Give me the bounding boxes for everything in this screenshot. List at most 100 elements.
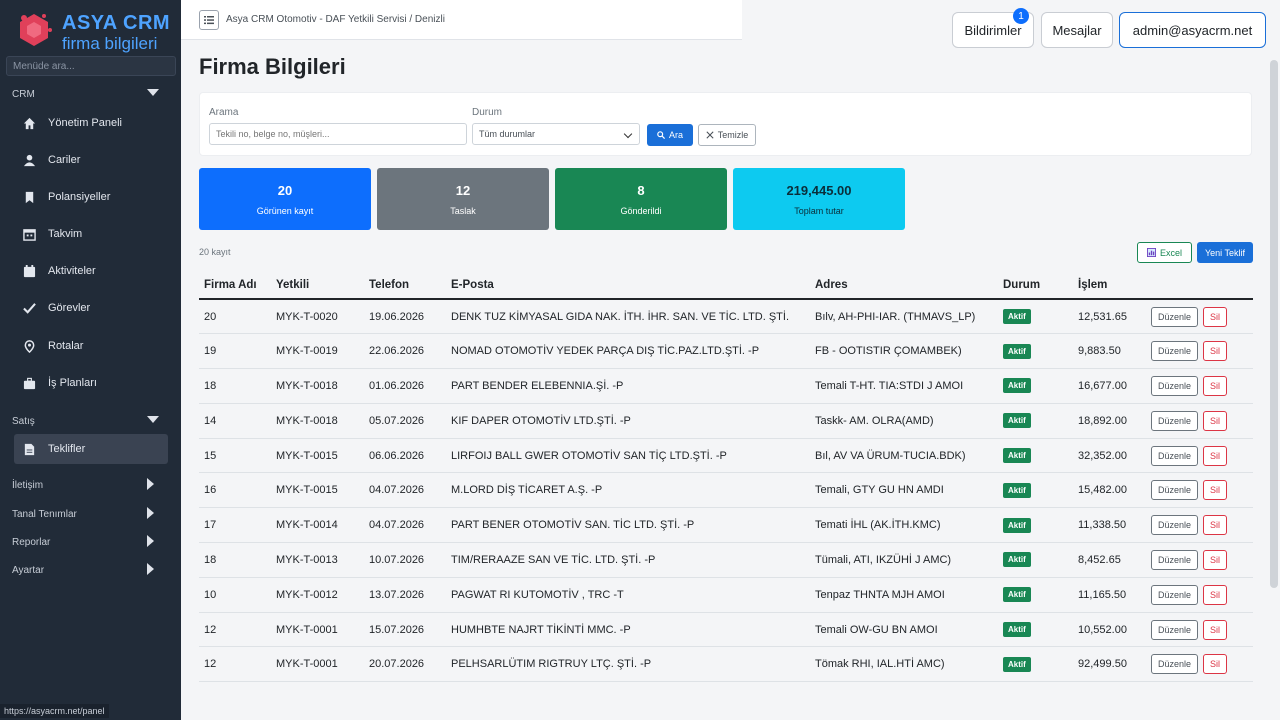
cell-code: MYK-T-0018 (271, 403, 364, 439)
search-label: Arama (209, 107, 239, 118)
notifications-badge: 1 (1013, 8, 1029, 24)
menu-toggle-button[interactable] (199, 10, 219, 30)
edit-button[interactable]: Düzenle (1151, 515, 1199, 536)
user-menu-button[interactable]: admin@asyacrm.net (1119, 12, 1266, 48)
chevron-right-icon[interactable] (147, 507, 154, 519)
cell-code: MYK-T-0020 (271, 299, 364, 335)
cell-amount: 10,552.00 (1073, 612, 1146, 648)
cell-company: LIRFOIJ BALL GWER OTOMOTİV SAN TİÇ LTD.Ş… (446, 438, 810, 474)
col-header[interactable]: Adres (810, 272, 998, 300)
col-header[interactable]: Telefon (364, 272, 446, 300)
edit-button[interactable]: Düzenle (1151, 410, 1199, 431)
stat-value: 8 (637, 183, 645, 198)
col-header[interactable]: Firma Adı (199, 272, 271, 300)
page-scrollbar[interactable] (1270, 60, 1278, 588)
clear-button-label: Temizle (717, 130, 749, 140)
sidebar-item-aktiviteler[interactable]: Aktiviteler (14, 256, 168, 286)
stat-draft: 12 Taslak (377, 168, 549, 230)
section-crm[interactable]: CRM (12, 89, 35, 100)
brand[interactable]: ASYA CRM firma bilgileri (0, 0, 181, 56)
cell-no: 10 (199, 577, 271, 613)
table-row[interactable]: 15 MYK-T-0015 06.06.2026 LIRFOIJ BALL GWER … (199, 438, 1253, 474)
chevron-down-icon[interactable] (147, 416, 159, 423)
edit-button[interactable]: Düzenle (1151, 306, 1199, 327)
table-row[interactable]: 10 MYK-T-0012 13.07.2026 PAGWAT RI KUTOMOTİ… (199, 577, 1253, 613)
delete-button[interactable]: Sil (1203, 375, 1228, 396)
section-satis[interactable]: Satış (12, 416, 35, 427)
status-badge: Aktif (1003, 482, 1031, 498)
sidebar-item-potansiyeller[interactable]: Polansiyeller (14, 182, 168, 212)
sidebar-group-ayarlar[interactable]: Ayartar (12, 565, 44, 576)
col-header[interactable]: İşlem (1073, 272, 1146, 300)
clear-button[interactable]: Temizle (698, 124, 756, 146)
edit-button[interactable]: Düzenle (1151, 445, 1199, 466)
status-badge: Aktif (1003, 517, 1031, 533)
chevron-right-icon[interactable] (147, 478, 154, 490)
sidebar-item-is-planlari[interactable]: İş Planları (14, 368, 168, 398)
table-row[interactable]: 14 MYK-T-0018 05.07.2026 KIF DAPER OTOMOTİV… (199, 403, 1253, 439)
delete-button[interactable]: Sil (1203, 654, 1228, 675)
table-row[interactable]: 20 MYK-T-0020 19.06.2026 DENK TUZ KİMYASAL … (199, 299, 1253, 335)
delete-button[interactable]: Sil (1203, 306, 1228, 327)
search-button[interactable]: Ara (647, 124, 693, 146)
excel-export-button[interactable]: Excel (1137, 242, 1192, 263)
edit-button[interactable]: Düzenle (1151, 619, 1199, 640)
menu-search-input[interactable] (6, 56, 176, 76)
file-icon (22, 442, 36, 456)
cell-no: 17 (199, 507, 271, 544)
sidebar-item-teklifler[interactable]: Teklifler (14, 434, 168, 464)
edit-button[interactable]: Düzenle (1151, 549, 1199, 570)
sidebar-item-cariler[interactable]: Cariler (14, 145, 168, 175)
sidebar-group-iletisim[interactable]: İletişim (12, 480, 43, 491)
table-row[interactable]: 18 MYK-T-0013 10.07.2026 TIM/RERAAZE SAN VE… (199, 542, 1253, 578)
edit-button[interactable]: Düzenle (1151, 375, 1199, 396)
notifications-label: Bildirimler (964, 22, 1022, 38)
cell-date: 15.07.2026 (364, 612, 446, 648)
briefcase-icon (22, 376, 36, 390)
delete-button[interactable]: Sil (1203, 619, 1228, 640)
delete-button[interactable]: Sil (1203, 341, 1228, 362)
status-badge: Aktif (1003, 587, 1031, 603)
edit-button[interactable]: Düzenle (1151, 654, 1199, 675)
chevron-down-icon[interactable] (147, 89, 159, 96)
cell-amount: 18,892.00 (1073, 403, 1146, 439)
col-header[interactable]: Durum (998, 272, 1073, 300)
notifications-button[interactable]: Bildirimler 1 (952, 8, 1034, 48)
delete-button[interactable]: Sil (1203, 549, 1228, 570)
table-row[interactable]: 18 MYK-T-0018 01.06.2026 PART BENDER ELEBEN… (199, 368, 1253, 404)
search-input[interactable] (209, 123, 467, 145)
chevron-right-icon[interactable] (147, 563, 154, 575)
sidebar-item-dashboard[interactable]: Yönetim Paneli (14, 108, 168, 138)
status-select[interactable]: Tüm durumlar (472, 123, 640, 145)
cell-code: MYK-T-0018 (271, 368, 364, 404)
table-row[interactable]: 17 MYK-T-0014 04.07.2026 PART BENER OTOMOTİ… (199, 507, 1253, 544)
delete-button[interactable]: Sil (1203, 515, 1228, 536)
edit-button[interactable]: Düzenle (1151, 341, 1199, 362)
edit-button[interactable]: Düzenle (1151, 480, 1199, 501)
cell-amount: 8,452.65 (1073, 542, 1146, 578)
table-row[interactable]: 12 MYK-T-0001 20.07.2026 PELHSARLÜTIM RIGTR… (199, 646, 1253, 683)
sidebar-group-tanimlar[interactable]: Tanal Tenımlar (12, 509, 77, 520)
table-row[interactable]: 19 MYK-T-0019 22.06.2026 NOMAD OTOMOTİV YED… (199, 333, 1253, 370)
delete-button[interactable]: Sil (1203, 445, 1228, 466)
sidebar-group-raporlar[interactable]: Reporlar (12, 537, 50, 548)
edit-button[interactable]: Düzenle (1151, 584, 1199, 605)
messages-button[interactable]: Mesajlar (1041, 12, 1113, 48)
new-offer-button[interactable]: Yeni Teklif (1197, 242, 1253, 263)
cell-actions: Düzenle Sil (1146, 403, 1253, 439)
sidebar-item-gorevler[interactable]: Görevler (14, 293, 168, 323)
table-row[interactable]: 12 MYK-T-0001 15.07.2026 HUMHBTE NAJRT TİKİ… (199, 612, 1253, 648)
col-header[interactable]: E-Posta (446, 272, 810, 300)
delete-button[interactable]: Sil (1203, 410, 1228, 431)
delete-button[interactable]: Sil (1203, 480, 1228, 501)
delete-button[interactable]: Sil (1203, 584, 1228, 605)
cell-date: 04.07.2026 (364, 472, 446, 509)
bookmark-icon (22, 190, 36, 204)
chevron-right-icon[interactable] (147, 535, 154, 547)
sidebar-item-takvim[interactable]: Takvim (14, 219, 168, 249)
sidebar-item-rotalar[interactable]: Rotalar (14, 331, 168, 361)
cell-status: Aktif (998, 333, 1073, 370)
col-header[interactable]: Yetkili (271, 272, 364, 300)
table-row[interactable]: 16 MYK-T-0015 04.07.2026 M.LORD DİŞ TİCARET… (199, 472, 1253, 509)
search-button-label: Ara (668, 130, 683, 140)
